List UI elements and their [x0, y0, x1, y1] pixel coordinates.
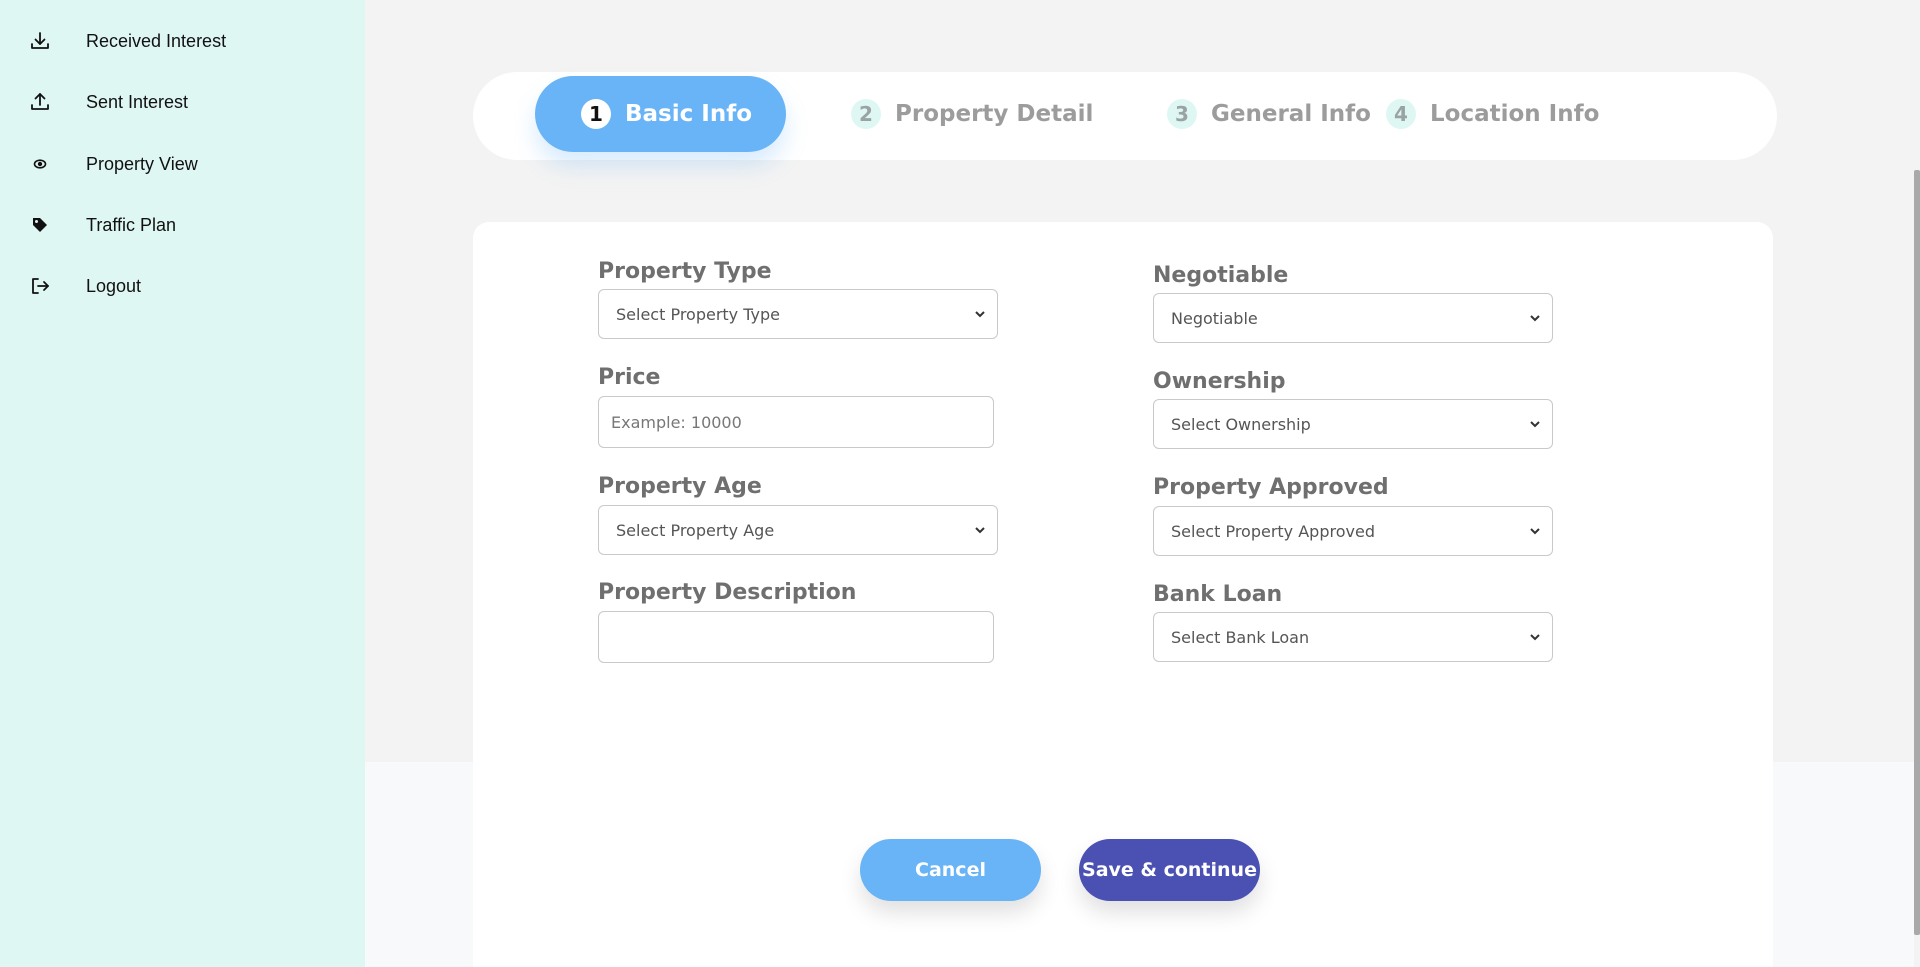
chevron-down-icon — [1530, 421, 1540, 428]
step-number: 3 — [1167, 99, 1197, 129]
sidebar-item-property-view[interactable]: Property View — [0, 139, 365, 189]
download-icon — [28, 29, 52, 53]
sidebar-item-received-interest[interactable]: Received Interest — [0, 16, 365, 66]
negotiable-label: Negotiable — [1153, 263, 1289, 288]
step-label: General Info — [1211, 101, 1371, 127]
chevron-down-icon — [1530, 634, 1540, 641]
sidebar-item-label: Sent Interest — [86, 91, 189, 112]
sidebar-item-logout[interactable]: Logout — [0, 261, 365, 311]
ownership-value: Select Ownership — [1171, 414, 1311, 434]
chevron-down-icon — [975, 527, 985, 534]
property-type-value: Select Property Type — [616, 304, 780, 324]
sidebar-item-sent-interest[interactable]: Sent Interest — [0, 77, 365, 127]
step-label: Property Detail — [895, 101, 1094, 127]
step-label: Basic Info — [625, 101, 753, 127]
negotiable-value: Negotiable — [1171, 308, 1258, 328]
property-type-label: Property Type — [598, 259, 772, 284]
property-age-select[interactable]: Select Property Age — [598, 505, 998, 555]
save-continue-button[interactable]: Save & continue — [1079, 839, 1260, 901]
chevron-down-icon — [1530, 528, 1540, 535]
form-stepper: 1 Basic Info 2 Property Detail 3 General… — [473, 72, 1777, 160]
property-description-label: Property Description — [598, 580, 857, 605]
step-number: 4 — [1386, 99, 1416, 129]
ownership-select[interactable]: Select Ownership — [1153, 399, 1553, 449]
chevron-down-icon — [1530, 315, 1540, 322]
sidebar-item-label: Property View — [86, 153, 198, 174]
property-approved-label: Property Approved — [1153, 475, 1389, 500]
bank-loan-value: Select Bank Loan — [1171, 627, 1310, 647]
property-type-select[interactable]: Select Property Type — [598, 289, 998, 339]
tag-icon — [28, 213, 52, 237]
step-general-info[interactable]: 3 General Info — [1167, 76, 1371, 152]
property-approved-select[interactable]: Select Property Approved — [1153, 506, 1553, 556]
bank-loan-label: Bank Loan — [1153, 582, 1283, 607]
ownership-label: Ownership — [1153, 369, 1286, 394]
property-age-label: Property Age — [598, 474, 762, 499]
step-basic-info[interactable]: 1 Basic Info — [535, 76, 787, 152]
step-number: 2 — [851, 99, 881, 129]
eye-icon — [28, 152, 52, 176]
cancel-button[interactable]: Cancel — [860, 839, 1041, 901]
scrollbar-thumb[interactable] — [1914, 170, 1920, 935]
bank-loan-select[interactable]: Select Bank Loan — [1153, 612, 1553, 662]
step-number: 1 — [581, 99, 611, 129]
property-description-input[interactable] — [598, 611, 994, 663]
property-approved-value: Select Property Approved — [1171, 521, 1375, 541]
sidebar-item-label: Received Interest — [86, 30, 227, 51]
sidebar-item-traffic-plan[interactable]: Traffic Plan — [0, 200, 365, 250]
price-input[interactable] — [598, 396, 994, 448]
step-location-info[interactable]: 4 Location Info — [1386, 76, 1599, 152]
sidebar: Received Interest Sent Interest Property… — [0, 0, 365, 967]
sidebar-item-label: Logout — [86, 275, 142, 296]
sidebar-item-label: Traffic Plan — [86, 214, 177, 235]
step-property-detail[interactable]: 2 Property Detail — [851, 76, 1093, 152]
chevron-down-icon — [975, 311, 985, 318]
negotiable-select[interactable]: Negotiable — [1153, 293, 1553, 343]
price-label: Price — [598, 365, 661, 390]
property-age-value: Select Property Age — [616, 520, 775, 540]
step-label: Location Info — [1430, 101, 1600, 127]
upload-icon — [28, 90, 52, 114]
logout-icon — [28, 274, 52, 298]
